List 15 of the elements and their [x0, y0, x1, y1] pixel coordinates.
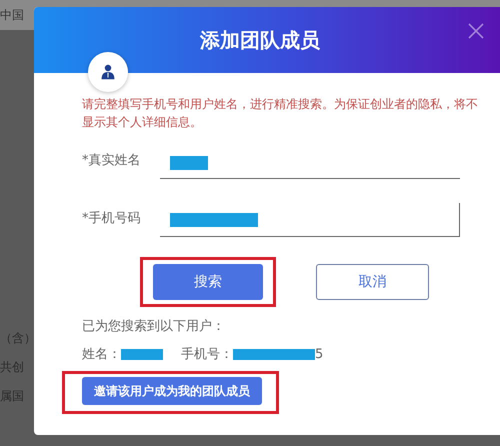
result-heading: 已为您搜索到以下用户：	[82, 318, 226, 335]
phone-value: 5	[315, 346, 324, 362]
background-text: 中国	[0, 6, 24, 24]
cancel-button[interactable]: 取消	[316, 264, 429, 300]
phone-label: 手机号：	[181, 346, 233, 363]
notice-text: 请完整填写手机号和用户姓名，进行精准搜索。为保证创业者的隐私，将不显示其个人详细信息。	[82, 96, 479, 131]
close-icon[interactable]	[468, 23, 484, 39]
field-label: *手机号码	[82, 210, 142, 228]
dialog-title: 添加团队成员	[200, 26, 320, 54]
invite-button[interactable]: 邀请该用户成为我的团队成员	[82, 377, 262, 405]
search-button[interactable]: 搜索	[153, 264, 263, 300]
input-field[interactable]	[160, 203, 460, 237]
name-label: 姓名：	[82, 346, 121, 363]
person-icon	[100, 64, 116, 80]
field-label: *真实姓名	[82, 152, 142, 170]
